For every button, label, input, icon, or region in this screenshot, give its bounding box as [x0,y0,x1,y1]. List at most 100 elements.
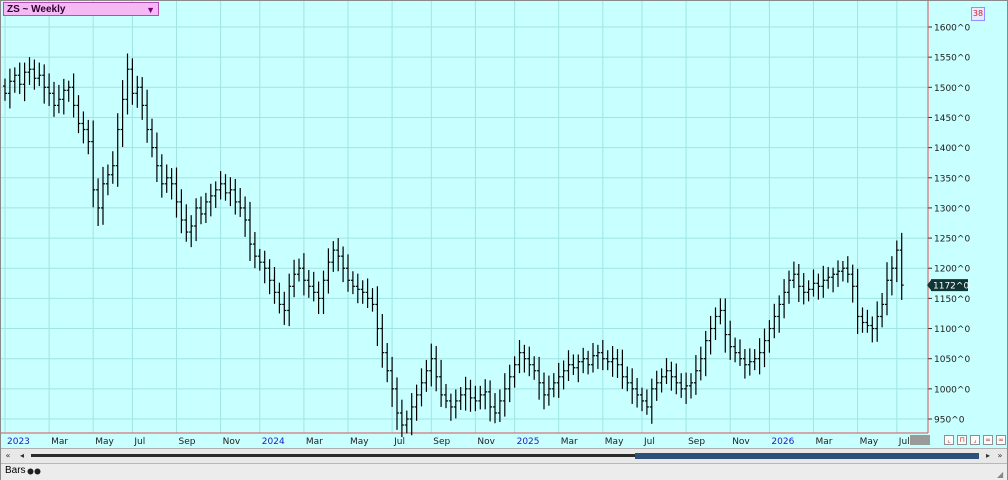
price-bar [463,376,468,411]
price-bar [287,273,292,327]
price-bar [282,291,287,325]
corner-badge[interactable]: 38 [971,7,985,21]
price-bar [130,58,135,105]
y-tick-label: 1250^0 [934,235,970,245]
x-tick-label: Jul [643,437,655,447]
price-bar [434,346,439,392]
price-bar [76,95,81,134]
x-tick-label: May [605,437,624,447]
price-bar [796,264,801,303]
scroll-first-icon[interactable]: « [3,450,13,461]
link-alt-icon[interactable]: ∞ [996,435,1006,445]
price-bar [625,366,630,392]
y-tick-label: 950^0 [934,416,965,426]
price-bar [836,260,840,287]
price-bar [885,262,889,316]
price-bar [404,410,409,434]
x-tick-label: Mar [561,437,578,447]
price-bar [365,278,370,309]
price-bar [532,356,537,380]
dropdown-arrow-icon[interactable]: ▼ [146,3,155,17]
price-bar [3,78,7,101]
x-tick-label: Nov [477,437,495,447]
price-bar [350,271,355,295]
link-icon[interactable]: ∞ [983,435,993,445]
price-bar [380,314,385,368]
price-bar [346,254,350,292]
y-tick-label: 1550^0 [934,54,970,64]
zoom-fit-icon[interactable]: ⊓ [957,435,967,445]
price-bar [458,387,463,410]
price-bar [12,67,17,93]
scroll-thumb[interactable] [635,453,979,459]
price-bar [497,389,502,423]
price-scale-handle[interactable] [910,435,930,445]
price-bar [179,189,184,234]
x-tick-label: 2024 [262,437,285,447]
price-bar [22,62,27,102]
price-bar [154,132,159,182]
price-bar [772,303,777,339]
price-bar [649,378,654,424]
price-chart[interactable]: 950^0 1000^0 1050^0 1100^0 1150^0 1200^0 1250^… [1,1,1007,479]
price-bar [889,256,894,296]
price-bar [86,119,91,155]
last-price-tag: 1172^0 [927,279,969,292]
symbol-selector[interactable]: ZS ~ Weekly ▼ [3,2,159,16]
scroll-right-icon[interactable]: ▸ [983,450,993,461]
price-bar [502,373,507,417]
price-bar [61,78,66,115]
price-bar [96,178,101,227]
price-bar [199,196,203,225]
price-bar [331,241,336,272]
y-tick-label: 1450^0 [934,114,970,124]
price-bar [66,80,71,102]
x-tick-label: May [95,437,114,447]
zoom-in-icon[interactable]: ⌟ [970,435,980,445]
price-bar [605,350,610,371]
price-bar [301,253,306,296]
price-bar [91,120,96,208]
price-bar [145,89,150,143]
price-bar [248,201,252,261]
price-bar [738,339,742,366]
price-bar [591,343,595,373]
y-tick-label: 1000^0 [934,385,970,395]
price-bar [791,261,796,289]
toggle-icon[interactable] [27,468,41,475]
price-bar [169,168,174,200]
price-bar [37,62,42,87]
scroll-left-icon[interactable]: ◂ [17,450,27,461]
last-price-label: 1172^0 [933,282,969,292]
x-tick-label: Sep [688,437,705,447]
price-bar [674,363,679,395]
price-bar [321,270,326,315]
resize-grip-icon[interactable]: ◢ [997,470,1005,479]
price-bar [311,271,316,302]
price-bar [767,320,772,353]
zoom-out-icon[interactable]: ⌞ [944,435,954,445]
price-bar [640,387,644,412]
price-bar [135,75,140,108]
symbol-title: ZS ~ Weekly [7,4,66,15]
time-scrollbar[interactable]: « ◂ ▸ » [1,448,1007,463]
price-bar [164,164,169,193]
status-bar: Bars ◢ [1,463,1007,480]
x-tick-label: May [350,437,369,447]
price-bar [262,250,267,284]
price-bar [316,281,321,315]
scroll-last-icon[interactable]: » [995,450,1005,461]
price-bar [233,178,238,215]
price-bar [297,258,301,282]
price-bar [375,286,380,347]
price-bar [47,73,52,107]
price-bar [561,360,566,390]
price-bar [101,166,105,225]
x-tick-label: 2026 [771,437,794,447]
price-bar [189,215,194,248]
price-bar [257,248,262,271]
price-bar [875,301,880,342]
price-bar [174,167,179,218]
price-bar [56,84,61,114]
price-bar [390,356,395,407]
